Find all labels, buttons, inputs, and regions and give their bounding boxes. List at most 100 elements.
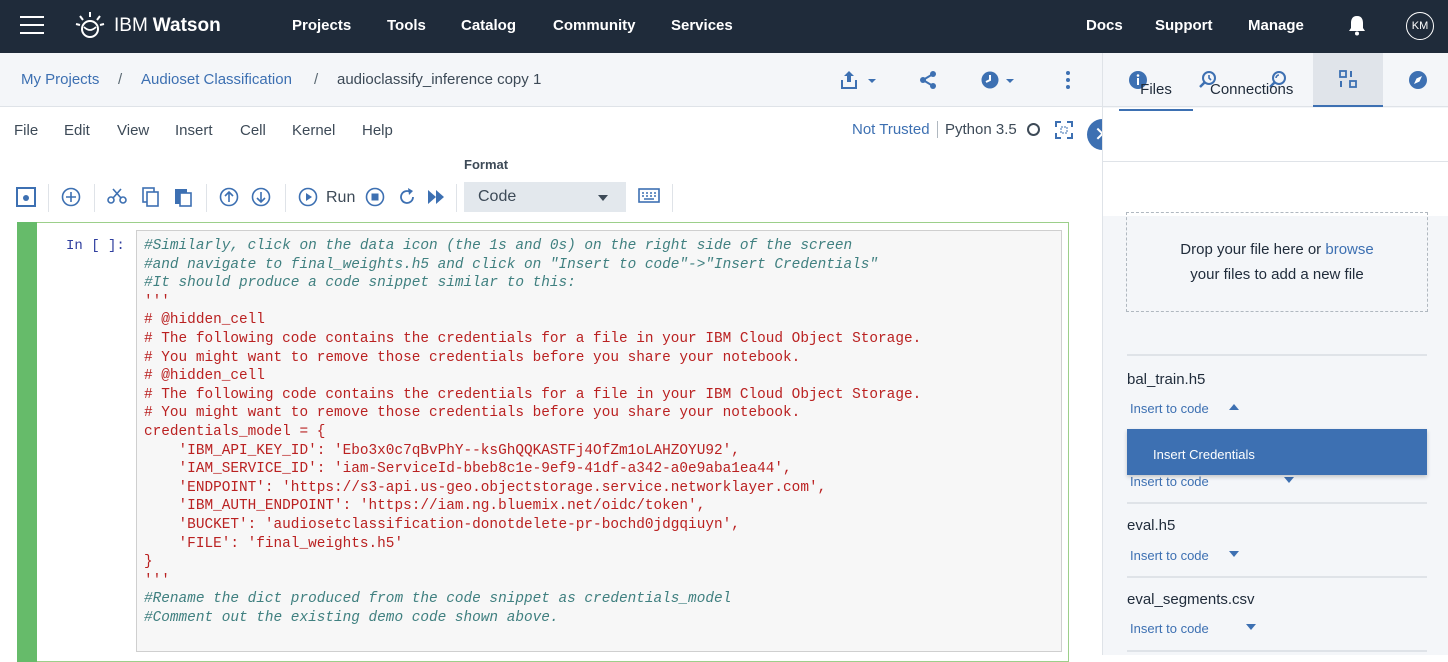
nav-projects[interactable]: Projects bbox=[292, 17, 351, 34]
menu-insert[interactable]: Insert bbox=[175, 122, 213, 139]
breadcrumb-separator: / bbox=[118, 71, 123, 88]
stop-icon[interactable] bbox=[365, 187, 385, 207]
cut-icon[interactable] bbox=[107, 187, 127, 207]
code-line: # The following code contains the creden… bbox=[144, 386, 922, 403]
nav-services[interactable]: Services bbox=[671, 17, 733, 34]
chevron-down-icon[interactable] bbox=[1229, 551, 1239, 557]
notebook-toolbar: Run Code bbox=[0, 180, 1090, 216]
chevron-up-icon[interactable] bbox=[1229, 404, 1239, 410]
move-up-icon[interactable] bbox=[219, 187, 239, 207]
divider bbox=[1127, 650, 1427, 652]
breadcrumb-notebook: audioclassify_inference copy 1 bbox=[337, 71, 542, 88]
trust-status[interactable]: Not Trusted bbox=[852, 121, 930, 138]
fullscreen-icon[interactable] bbox=[1055, 121, 1073, 139]
share-icon[interactable] bbox=[918, 70, 938, 90]
code-line: 'FILE': 'final_weights.h5' bbox=[144, 535, 404, 552]
cell-type-select[interactable]: Code bbox=[464, 182, 626, 212]
code-editor[interactable]: #Similarly, click on the data icon (the … bbox=[136, 230, 1062, 652]
drop-subtext: your files to add a new file bbox=[1190, 266, 1364, 283]
paste-icon[interactable] bbox=[173, 187, 193, 207]
code-line: 'IBM_AUTH_ENDPOINT': 'https://iam.ng.blu… bbox=[144, 498, 706, 515]
nav-support[interactable]: Support bbox=[1155, 17, 1213, 34]
add-cell-icon[interactable] bbox=[61, 187, 81, 207]
nav-manage[interactable]: Manage bbox=[1248, 17, 1304, 34]
nav-docs[interactable]: Docs bbox=[1086, 17, 1123, 34]
code-line: 'IBM_API_KEY_ID': 'Ebo3x0c7qBvPhY--ksGhQ… bbox=[144, 442, 740, 459]
insert-to-code-button[interactable]: Insert to code bbox=[1130, 621, 1209, 636]
menu-cell[interactable]: Cell bbox=[240, 122, 266, 139]
code-line: # @hidden_cell bbox=[144, 312, 265, 329]
browse-link[interactable]: browse bbox=[1325, 241, 1373, 258]
breadcrumb-my-projects[interactable]: My Projects bbox=[21, 71, 99, 88]
menu-view[interactable]: View bbox=[117, 122, 149, 139]
nav-tools[interactable]: Tools bbox=[387, 17, 426, 34]
code-line: # @hidden_cell bbox=[144, 368, 265, 385]
file-drop-zone[interactable]: Drop your file here or browse your files… bbox=[1126, 212, 1428, 312]
file-name: eval.h5 bbox=[1127, 517, 1176, 534]
copy-icon[interactable] bbox=[141, 187, 161, 207]
breadcrumb-project[interactable]: Audioset Classification bbox=[141, 71, 292, 88]
move-down-icon[interactable] bbox=[251, 187, 271, 207]
tab-explore[interactable] bbox=[1383, 53, 1448, 107]
code-line: #Rename the dict produced from the code … bbox=[144, 591, 732, 608]
code-line: credentials_model = { bbox=[144, 423, 326, 440]
kernel-idle-indicator-icon bbox=[1027, 123, 1040, 136]
compass-icon bbox=[1409, 71, 1427, 89]
save-icon[interactable] bbox=[16, 187, 36, 207]
cell-type-value: Code bbox=[478, 188, 517, 205]
menu-edit[interactable]: Edit bbox=[64, 122, 90, 139]
keyboard-shortcuts-icon[interactable] bbox=[638, 187, 660, 205]
format-label: Format bbox=[464, 157, 509, 172]
chevron-down-icon[interactable] bbox=[1246, 624, 1256, 630]
restart-icon[interactable] bbox=[397, 187, 417, 207]
nav-community[interactable]: Community bbox=[553, 17, 636, 34]
notification-bell-icon[interactable] bbox=[1347, 14, 1367, 36]
cell-prompt: In [ ]: bbox=[66, 238, 125, 254]
more-options-icon[interactable] bbox=[1064, 70, 1072, 90]
breadcrumb-bar: My Projects / Audioset Classification / … bbox=[0, 53, 1102, 107]
breadcrumb-separator: / bbox=[314, 71, 319, 88]
file-name: bal_train.h5 bbox=[1127, 371, 1206, 388]
menu-file[interactable]: File bbox=[14, 122, 38, 139]
code-line: #Similarly, click on the data icon (the … bbox=[144, 238, 853, 254]
insert-to-code-button[interactable]: Insert to code bbox=[1130, 474, 1209, 489]
code-line: #Comment out the existing demo code show… bbox=[144, 609, 559, 626]
tab-files[interactable]: Files bbox=[1119, 81, 1193, 111]
user-avatar[interactable]: KM bbox=[1406, 12, 1434, 40]
divider bbox=[1127, 354, 1427, 356]
code-line: # The following code contains the creden… bbox=[144, 330, 922, 347]
tab-data[interactable] bbox=[1313, 53, 1383, 107]
watson-logo-icon bbox=[75, 12, 105, 38]
code-line: } bbox=[144, 554, 153, 571]
code-line: #It should produce a code snippet simila… bbox=[144, 275, 576, 292]
notebook-menubar: File Edit View Insert Cell Kernel Help N… bbox=[0, 107, 1102, 155]
share-upload-icon[interactable] bbox=[840, 70, 878, 90]
divider bbox=[1127, 576, 1427, 578]
menu-kernel[interactable]: Kernel bbox=[292, 122, 335, 139]
code-line: 'BUCKET': 'audiosetclassification-donotd… bbox=[144, 516, 740, 533]
code-line: 'ENDPOINT': 'https://s3-api.us-geo.objec… bbox=[144, 479, 827, 496]
schedule-clock-icon[interactable] bbox=[980, 70, 1018, 90]
fast-forward-icon[interactable] bbox=[426, 187, 446, 207]
code-line: # You might want to remove those credent… bbox=[144, 405, 801, 422]
insert-to-code-button[interactable]: Insert to code bbox=[1130, 401, 1209, 416]
brand-name: Watson bbox=[152, 15, 221, 36]
data-binary-icon bbox=[1339, 70, 1357, 88]
top-nav-bar: IBM Watson Projects Tools Catalog Commun… bbox=[0, 0, 1448, 53]
run-button-label[interactable]: Run bbox=[326, 189, 355, 207]
hamburger-menu-icon[interactable] bbox=[20, 16, 44, 36]
insert-credentials-menu-item[interactable]: Insert Credentials bbox=[1127, 429, 1427, 475]
menu-help[interactable]: Help bbox=[362, 122, 393, 139]
kernel-name: Python 3.5 bbox=[937, 121, 1017, 138]
nav-catalog[interactable]: Catalog bbox=[461, 17, 516, 34]
brand-logo[interactable]: IBM Watson bbox=[74, 10, 221, 42]
drop-text: Drop your file here or bbox=[1180, 241, 1322, 258]
tab-connections[interactable]: Connections bbox=[1210, 81, 1293, 98]
tab-find[interactable] bbox=[1243, 53, 1313, 107]
insert-to-code-button[interactable]: Insert to code bbox=[1130, 548, 1209, 563]
divider bbox=[1127, 502, 1427, 504]
brand-prefix: IBM bbox=[114, 15, 148, 36]
panel-tab-area bbox=[1103, 108, 1448, 216]
chevron-down-icon[interactable] bbox=[1284, 477, 1294, 483]
run-icon[interactable] bbox=[298, 187, 318, 207]
